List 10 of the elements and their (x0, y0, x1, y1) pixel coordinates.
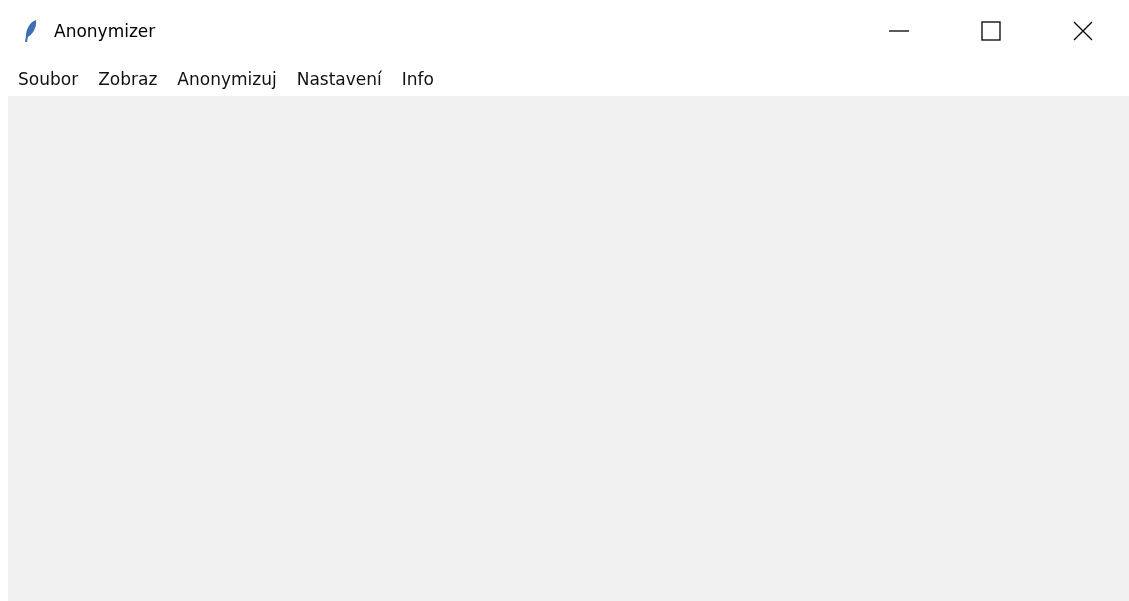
menu-item[interactable]: Anonymizuj (169, 69, 285, 89)
menu-item[interactable]: Nastavení (288, 69, 390, 89)
menu-item[interactable]: Soubor (10, 69, 87, 89)
minimize-icon (889, 30, 909, 32)
close-icon (1073, 21, 1093, 41)
menu-item[interactable]: Info (393, 69, 442, 89)
menu-item[interactable]: Zobraz (90, 69, 166, 89)
window-title: Anonymizer (54, 21, 157, 41)
feather-icon (24, 19, 38, 43)
maximize-icon (981, 21, 1001, 41)
